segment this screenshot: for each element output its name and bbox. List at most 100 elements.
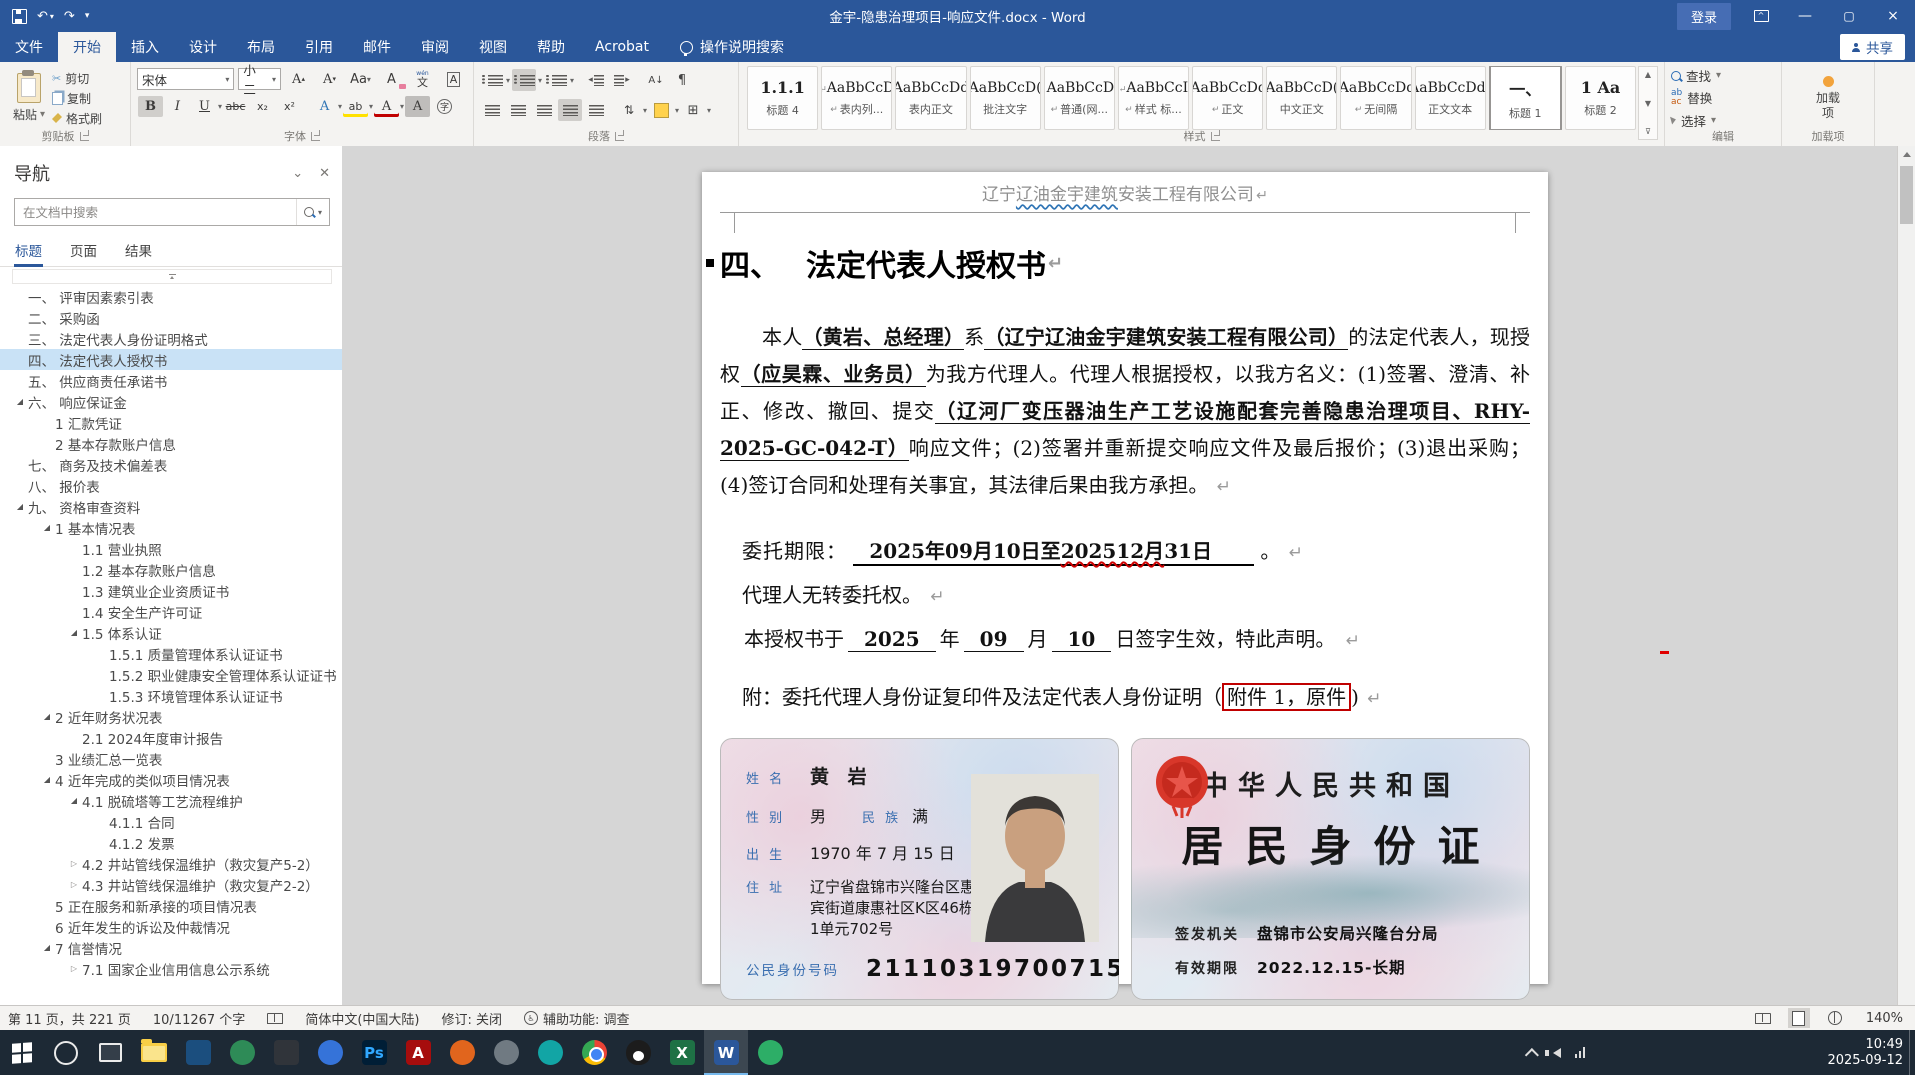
nav-heading-item[interactable]: 1.5.2 职业健康安全管理体系认证证书: [0, 664, 342, 685]
nav-search-input[interactable]: [15, 204, 296, 220]
nav-heading-item[interactable]: 八、 报价表: [0, 475, 342, 496]
nav-heading-item[interactable]: 1.2 基本存款账户信息: [0, 559, 342, 580]
nav-heading-item[interactable]: 5 正在服务和新承接的项目情况表: [0, 895, 342, 916]
multilevel-list-button[interactable]: [544, 69, 568, 91]
expand-collapse-icon[interactable]: [66, 796, 82, 805]
share-button[interactable]: 共享: [1840, 34, 1905, 60]
increase-indent-button[interactable]: ▸: [610, 69, 634, 91]
cut-button[interactable]: ✂ 剪切: [52, 69, 102, 88]
word-count[interactable]: 10/11267 个字: [153, 1009, 245, 1028]
search-button[interactable]: [44, 1030, 88, 1075]
volume-icon[interactable]: [1544, 1047, 1561, 1058]
app-icon-blue-circle[interactable]: [308, 1030, 352, 1075]
nav-tab[interactable]: 标题: [14, 236, 43, 267]
phonetic-guide-button[interactable]: wén 文: [410, 69, 435, 90]
hidden-icons-chevron-icon[interactable]: [1524, 1047, 1539, 1062]
paste-button[interactable]: 粘贴 ▾: [6, 66, 52, 130]
ribbon-tab[interactable]: 布局: [232, 32, 290, 62]
style-gallery-item[interactable]: AaBbCcI 样式 标...: [1117, 66, 1190, 130]
style-gallery-item[interactable]: 1.1.1 标题 4: [747, 66, 819, 130]
nav-heading-item[interactable]: 1.4 安全生产许可证: [0, 601, 342, 622]
style-gallery-item[interactable]: AaBbCcDd 表内正文: [895, 66, 967, 130]
expand-collapse-icon[interactable]: [66, 964, 82, 973]
vertical-scrollbar[interactable]: [1897, 146, 1915, 1005]
clipboard-dialog-launcher-icon[interactable]: [79, 129, 89, 141]
network-icon[interactable]: [1574, 1047, 1585, 1058]
font-size-combobox[interactable]: 小二 ▾: [238, 63, 281, 97]
grow-font-button[interactable]: A ▴: [286, 69, 311, 90]
app-icon-dark[interactable]: [264, 1030, 308, 1075]
word-icon[interactable]: W: [704, 1030, 748, 1075]
clear-formatting-button[interactable]: A: [379, 69, 406, 90]
find-button[interactable]: 查找 ▾: [1671, 66, 1775, 85]
subscript-button[interactable]: x₂: [250, 96, 275, 117]
maximize-button[interactable]: ▢: [1827, 0, 1871, 32]
style-gallery-item[interactable]: AaBbCcDdI 正文文本: [1414, 66, 1486, 130]
nav-close-icon[interactable]: ✕: [319, 166, 330, 181]
font-name-combobox[interactable]: 宋体 ▾: [137, 68, 235, 90]
font-color-button[interactable]: A: [374, 96, 399, 117]
expand-collapse-icon[interactable]: [66, 628, 82, 637]
bullets-button[interactable]: [480, 69, 504, 91]
customize-qat-button[interactable]: ▾: [85, 11, 90, 21]
nav-heading-item[interactable]: 六、 响应保证金: [0, 391, 342, 412]
paragraph-dialog-launcher-icon[interactable]: [615, 129, 624, 141]
web-layout-button[interactable]: [1824, 1008, 1846, 1028]
expand-collapse-icon[interactable]: [39, 775, 55, 784]
expand-collapse-icon[interactable]: [66, 859, 82, 868]
nav-heading-item[interactable]: 7.1 国家企业信用信息公示系统: [0, 958, 342, 979]
taskbar-clock[interactable]: 10:49 2025-09-12: [1827, 1030, 1903, 1075]
nav-heading-item[interactable]: 1.5.1 质量管理体系认证证书: [0, 643, 342, 664]
line-spacing-button[interactable]: ⇅: [617, 99, 641, 121]
superscript-button[interactable]: x²: [277, 96, 302, 117]
app-icon-gray[interactable]: [484, 1030, 528, 1075]
expand-collapse-icon[interactable]: [12, 397, 28, 406]
expand-collapse-icon[interactable]: [12, 502, 28, 511]
style-gallery-item[interactable]: AaBbCcD( 普通(网...: [1043, 66, 1115, 130]
app-icon-teal[interactable]: [528, 1030, 572, 1075]
close-button[interactable]: ×: [1871, 0, 1915, 32]
style-gallery-item[interactable]: AaBbCcDdI 正文: [1192, 66, 1264, 130]
nav-heading-item[interactable]: 3 业绩汇总一览表: [0, 748, 342, 769]
scroll-up-arrow-icon[interactable]: [1898, 146, 1915, 163]
copy-button[interactable]: 复制: [52, 89, 102, 108]
expand-collapse-icon[interactable]: [66, 880, 82, 889]
format-painter-button[interactable]: 格式刷: [52, 109, 102, 128]
photoshop-icon[interactable]: Ps: [352, 1030, 396, 1075]
distribute-button[interactable]: [584, 99, 608, 121]
nav-pane-options-icon[interactable]: ⌄: [292, 166, 303, 181]
chrome-icon[interactable]: [572, 1030, 616, 1075]
nav-heading-item[interactable]: 九、 资格审查资料: [0, 496, 342, 517]
nav-tab[interactable]: 页面: [69, 236, 98, 266]
underline-button[interactable]: U: [192, 96, 217, 117]
print-layout-button[interactable]: [1787, 1008, 1810, 1028]
excel-icon[interactable]: X: [660, 1030, 704, 1075]
save-button[interactable]: [12, 8, 27, 24]
ribbon-tab[interactable]: 插入: [116, 32, 174, 62]
shrink-font-button[interactable]: A ▾: [317, 69, 342, 90]
nav-jump-top-strip[interactable]: [12, 269, 332, 284]
expand-collapse-icon[interactable]: [39, 523, 55, 532]
task-view-button[interactable]: [88, 1030, 132, 1075]
nav-heading-item[interactable]: 五、 供应商责任承诺书: [0, 370, 342, 391]
show-marks-button[interactable]: ¶: [670, 69, 694, 91]
character-border-button[interactable]: A: [441, 69, 466, 90]
styles-dialog-launcher-icon[interactable]: [1210, 129, 1220, 141]
redo-button[interactable]: ↷: [64, 9, 75, 24]
wechat-icon[interactable]: [748, 1030, 792, 1075]
nav-heading-item[interactable]: 6 近年发生的诉讼及仲裁情况: [0, 916, 342, 937]
align-right-button[interactable]: [532, 99, 556, 121]
acrobat-icon[interactable]: A: [396, 1030, 440, 1075]
text-effects-button[interactable]: A: [312, 96, 337, 117]
nav-heading-item[interactable]: 4.1 脱硫塔等工艺流程维护: [0, 790, 342, 811]
firefox-icon[interactable]: [440, 1030, 484, 1075]
ribbon-tab[interactable]: Acrobat: [580, 32, 664, 62]
proofing-status-icon[interactable]: [267, 1012, 284, 1024]
nav-heading-item[interactable]: 1.5.3 环境管理体系认证证书: [0, 685, 342, 706]
numbering-button[interactable]: [512, 69, 537, 91]
accessibility-status[interactable]: ♿ 辅助功能: 调查: [523, 1009, 630, 1028]
ribbon-tab[interactable]: 审阅: [406, 32, 464, 62]
nav-heading-item[interactable]: 二、 采购函: [0, 307, 342, 328]
id-card-back-image[interactable]: 中华人民共和国 居民身份证 签发机关 盘锦市公安局兴隆台分局 有效期限 2022.1…: [1131, 738, 1530, 1000]
expand-collapse-icon[interactable]: [39, 943, 55, 952]
